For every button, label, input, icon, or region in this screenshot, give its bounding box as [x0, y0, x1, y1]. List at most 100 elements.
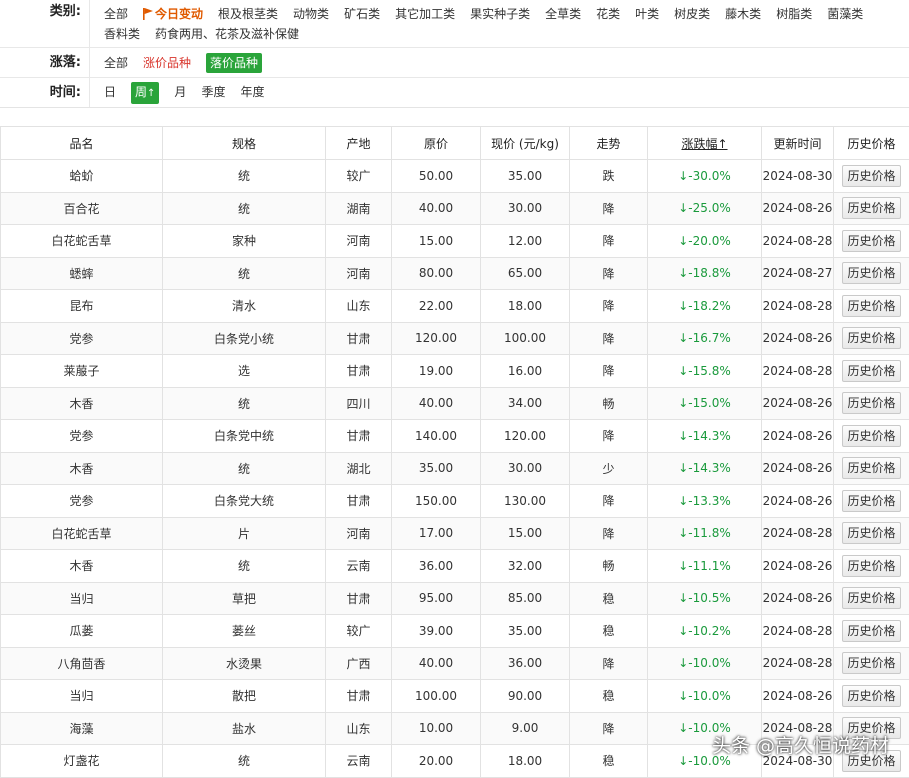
time-filter-row: 时间: 日周↑月季度年度	[0, 78, 909, 107]
history-price-button[interactable]: 历史价格	[842, 555, 900, 577]
cell-col-0: 蛤蚧	[1, 160, 163, 193]
cell-col-3: 120.00	[392, 322, 481, 355]
history-price-button[interactable]: 历史价格	[842, 392, 900, 414]
cell-col-7: 2024-08-26	[762, 420, 834, 453]
cell-col-0: 党参	[1, 485, 163, 518]
table-row: 木香统湖北35.0030.00少↓-14.3%2024-08-26历史价格	[1, 452, 909, 485]
category-option-6[interactable]: 果实种子类	[470, 4, 530, 24]
history-price-button[interactable]: 历史价格	[842, 457, 900, 479]
history-price-button[interactable]: 历史价格	[842, 685, 900, 707]
category-option-9[interactable]: 叶类	[635, 4, 659, 24]
table-row: 党参白条党小统甘肃120.00100.00降↓-16.7%2024-08-26历…	[1, 322, 909, 355]
cell-col-4: 90.00	[481, 680, 570, 713]
history-price-button[interactable]: 历史价格	[842, 652, 900, 674]
history-price-button[interactable]: 历史价格	[842, 490, 900, 512]
time-option-0-label: 日	[104, 85, 116, 99]
category-option-2[interactable]: 根及根茎类	[218, 4, 278, 24]
cell-col-1: 白条党小统	[163, 322, 326, 355]
history-price-button[interactable]: 历史价格	[842, 425, 900, 447]
cell-history: 历史价格	[834, 582, 909, 615]
change-option-0[interactable]: 全部	[104, 53, 128, 73]
change-option-1[interactable]: 涨价品种	[143, 53, 191, 73]
cell-col-2: 湖北	[326, 452, 392, 485]
table-row: 木香统云南36.0032.00畅↓-11.1%2024-08-26历史价格	[1, 550, 909, 583]
table-row: 蛤蚧统较广50.0035.00跌↓-30.0%2024-08-30历史价格	[1, 160, 909, 193]
cell-col-4: 65.00	[481, 257, 570, 290]
cell-col-7: 2024-08-28	[762, 615, 834, 648]
history-price-button[interactable]: 历史价格	[842, 230, 900, 252]
cell-history: 历史价格	[834, 322, 909, 355]
time-option-0[interactable]: 日	[104, 82, 116, 104]
cell-col-6: ↓-15.8%	[648, 355, 762, 388]
cell-col-7: 2024-08-30	[762, 160, 834, 193]
history-price-button[interactable]: 历史价格	[842, 360, 900, 382]
cell-col-0: 百合花	[1, 192, 163, 225]
time-option-3[interactable]: 季度	[201, 82, 225, 104]
cell-col-0: 当归	[1, 680, 163, 713]
cell-col-2: 甘肃	[326, 680, 392, 713]
history-price-button[interactable]: 历史价格	[842, 165, 900, 187]
cell-col-0: 白花蛇舌草	[1, 517, 163, 550]
cell-col-5: 降	[570, 355, 648, 388]
category-option-14[interactable]: 香料类	[104, 24, 140, 44]
category-option-12[interactable]: 树脂类	[776, 4, 812, 24]
category-option-1[interactable]: 今日变动	[143, 4, 203, 24]
cell-history: 历史价格	[834, 615, 909, 648]
category-option-13[interactable]: 菌藻类	[827, 4, 863, 24]
cell-col-0: 蟋蟀	[1, 257, 163, 290]
cell-col-1: 统	[163, 550, 326, 583]
history-price-button[interactable]: 历史价格	[842, 522, 900, 544]
history-price-button[interactable]: 历史价格	[842, 327, 900, 349]
change-option-2[interactable]: 落价品种	[206, 53, 262, 73]
cell-col-4: 12.00	[481, 225, 570, 258]
table-row: 蟋蟀统河南80.0065.00降↓-18.8%2024-08-27历史价格	[1, 257, 909, 290]
category-option-4[interactable]: 矿石类	[344, 4, 380, 24]
category-option-3[interactable]: 动物类	[293, 4, 329, 24]
cell-col-2: 云南	[326, 745, 392, 778]
table-row: 白花蛇舌草家种河南15.0012.00降↓-20.0%2024-08-28历史价…	[1, 225, 909, 258]
cell-col-3: 50.00	[392, 160, 481, 193]
change-filter-row: 涨落: 全部涨价品种落价品种	[0, 48, 909, 78]
cell-col-6: ↓-25.0%	[648, 192, 762, 225]
time-option-4-label: 年度	[240, 85, 264, 99]
column-header-6[interactable]: 涨跌幅↑	[648, 127, 762, 160]
cell-col-2: 云南	[326, 550, 392, 583]
cell-col-2: 四川	[326, 387, 392, 420]
category-option-0[interactable]: 全部	[104, 4, 128, 24]
cell-col-6: ↓-13.3%	[648, 485, 762, 518]
time-option-2[interactable]: 月	[174, 82, 186, 104]
cell-col-7: 2024-08-26	[762, 680, 834, 713]
cell-col-3: 40.00	[392, 192, 481, 225]
cell-col-0: 莱菔子	[1, 355, 163, 388]
table-row: 木香统四川40.0034.00畅↓-15.0%2024-08-26历史价格	[1, 387, 909, 420]
cell-col-3: 20.00	[392, 745, 481, 778]
cell-col-7: 2024-08-28	[762, 290, 834, 323]
cell-col-6: ↓-10.0%	[648, 647, 762, 680]
cell-history: 历史价格	[834, 355, 909, 388]
cell-col-2: 甘肃	[326, 322, 392, 355]
history-price-button[interactable]: 历史价格	[842, 620, 900, 642]
history-price-button[interactable]: 历史价格	[842, 587, 900, 609]
column-header-8: 历史价格	[834, 127, 909, 160]
cell-col-5: 降	[570, 192, 648, 225]
category-option-8[interactable]: 花类	[596, 4, 620, 24]
cell-col-7: 2024-08-26	[762, 387, 834, 420]
category-option-10[interactable]: 树皮类	[674, 4, 710, 24]
cell-col-6: ↓-10.0%	[648, 680, 762, 713]
cell-history: 历史价格	[834, 517, 909, 550]
cell-col-5: 降	[570, 257, 648, 290]
category-option-7[interactable]: 全草类	[545, 4, 581, 24]
time-option-1[interactable]: 周↑	[131, 82, 159, 104]
category-option-5[interactable]: 其它加工类	[395, 4, 455, 24]
cell-history: 历史价格	[834, 192, 909, 225]
history-price-button[interactable]: 历史价格	[842, 295, 900, 317]
history-price-button[interactable]: 历史价格	[842, 262, 900, 284]
category-option-11[interactable]: 藤木类	[725, 4, 761, 24]
time-option-4[interactable]: 年度	[240, 82, 264, 104]
cell-col-6: ↓-30.0%	[648, 160, 762, 193]
history-price-button[interactable]: 历史价格	[842, 197, 900, 219]
cell-col-5: 降	[570, 517, 648, 550]
category-option-15[interactable]: 药食两用、花茶及滋补保健	[155, 24, 299, 44]
category-option-2-label: 根及根茎类	[218, 7, 278, 21]
cell-col-4: 18.00	[481, 745, 570, 778]
